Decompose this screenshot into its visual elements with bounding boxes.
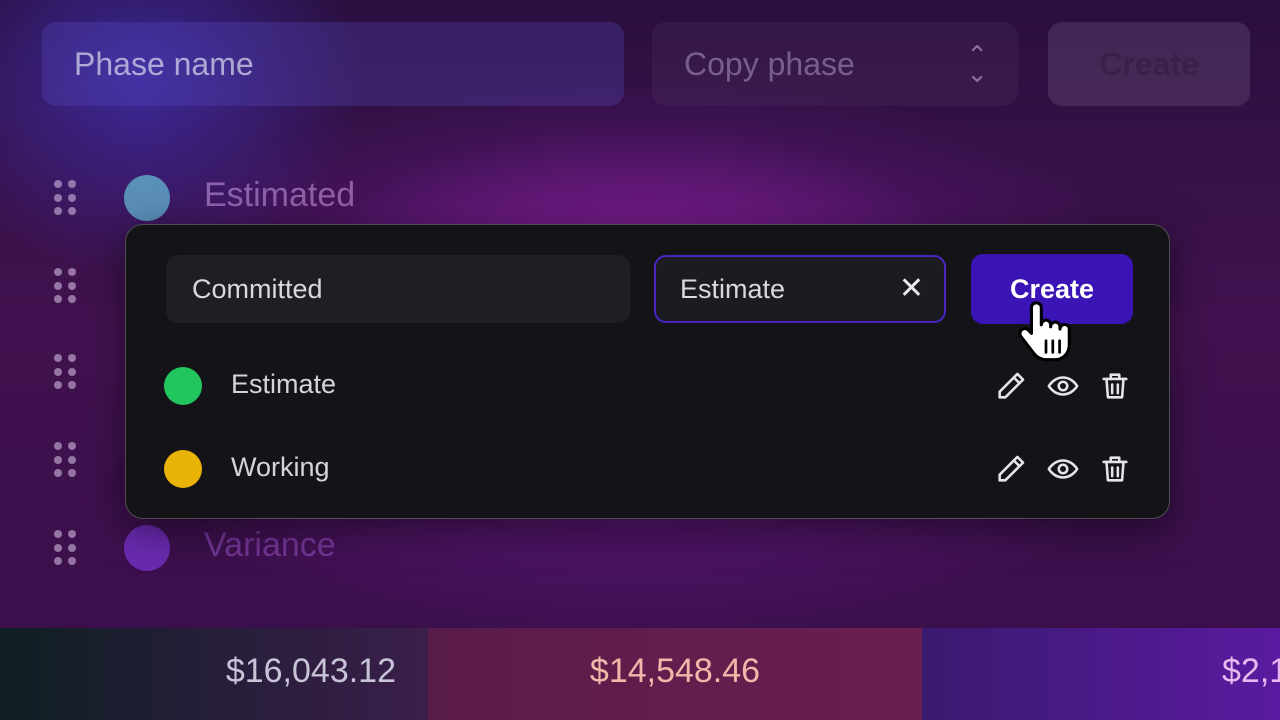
copy-phase-placeholder: Copy phase (684, 46, 855, 82)
copy-phase-value: Estimate (680, 274, 786, 304)
phase-name-field[interactable]: Committed (166, 255, 630, 323)
eye-icon[interactable] (1046, 452, 1080, 486)
copy-phase-select[interactable]: Estimate ✕ (654, 255, 946, 323)
row-actions (994, 452, 1134, 486)
list-item: Estimated (54, 175, 1234, 230)
phase-name-input[interactable]: Phase name (42, 22, 624, 106)
drag-handle-icon[interactable] (54, 268, 76, 304)
total-cell: $14,548.46 (428, 628, 922, 720)
pencil-icon[interactable] (994, 452, 1028, 486)
totals-bar: $16,043.12 $14,548.46 $2,1 (0, 628, 1280, 720)
total-value: $2,1 (1222, 652, 1280, 690)
add-phase-popover: Committed Estimate ✕ Create Estimate Wor… (125, 224, 1170, 519)
phase-label: Estimate (231, 369, 337, 399)
pencil-icon[interactable] (994, 369, 1028, 403)
trash-icon[interactable] (1098, 452, 1132, 486)
phase-label: Variance (204, 526, 336, 564)
updown-chevron-icon: ⌃ ⌄ (966, 40, 988, 88)
copy-phase-select[interactable]: Copy phase ⌃ ⌄ (652, 22, 1018, 106)
drag-handle-icon[interactable] (54, 530, 76, 566)
create-button-background[interactable]: Create (1048, 22, 1250, 106)
list-item: Variance (54, 525, 1234, 580)
list-item: Working (164, 446, 1134, 496)
drag-handle-icon[interactable] (54, 354, 76, 390)
phase-color-dot (164, 367, 202, 405)
eye-icon[interactable] (1046, 369, 1080, 403)
drag-handle-icon[interactable] (54, 442, 76, 478)
trash-icon[interactable] (1098, 369, 1132, 403)
row-actions (994, 369, 1134, 403)
total-cell: $16,043.12 (0, 628, 428, 720)
close-icon[interactable]: ✕ (899, 271, 924, 307)
phase-color-dot (124, 175, 170, 221)
phase-label: Estimated (204, 176, 356, 214)
phase-color-dot (164, 450, 202, 488)
phase-color-dot (124, 525, 170, 571)
hand-pointer-icon (1016, 298, 1076, 364)
phase-label: Working (231, 452, 330, 482)
total-cell: $2,1 (922, 628, 1280, 720)
list-item: Estimate (164, 363, 1134, 413)
drag-handle-icon[interactable] (54, 180, 76, 216)
